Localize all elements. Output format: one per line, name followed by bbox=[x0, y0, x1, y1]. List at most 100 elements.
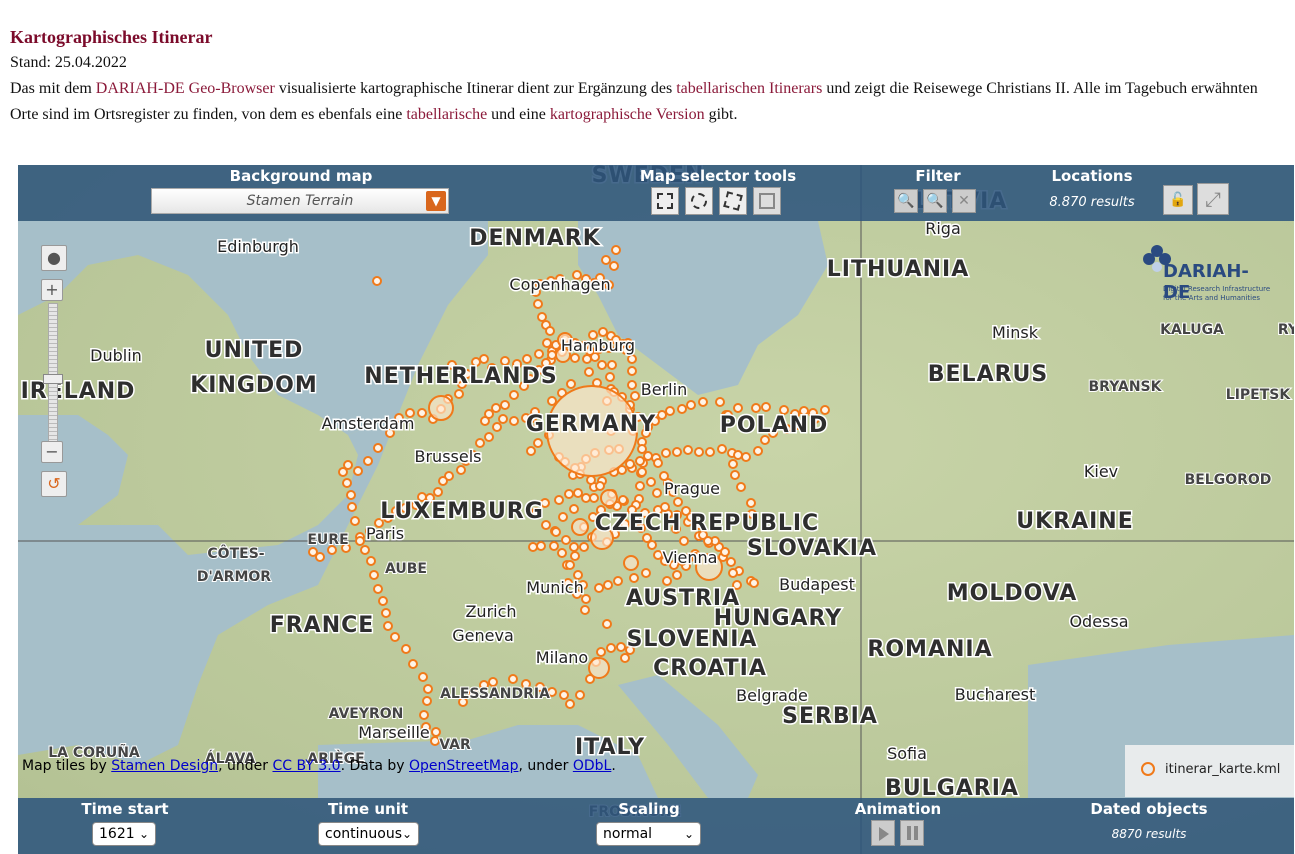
itinerary-marker[interactable] bbox=[606, 643, 616, 653]
itinerary-marker[interactable] bbox=[652, 488, 662, 498]
itinerary-marker[interactable] bbox=[534, 349, 544, 359]
itinerary-marker[interactable] bbox=[372, 276, 382, 286]
itinerary-marker[interactable] bbox=[660, 502, 670, 512]
itinerary-marker[interactable] bbox=[542, 338, 552, 348]
background-map-select[interactable]: Stamen Terrain ▼ bbox=[151, 188, 449, 214]
itinerary-marker[interactable] bbox=[653, 458, 663, 468]
itinerary-marker[interactable] bbox=[616, 642, 626, 652]
itinerary-marker[interactable] bbox=[566, 379, 576, 389]
zoom-in-button[interactable]: + bbox=[41, 279, 63, 301]
openstreetmap-link[interactable]: OpenStreetMap bbox=[409, 758, 518, 774]
itinerary-marker[interactable] bbox=[431, 727, 441, 737]
itinerary-marker[interactable] bbox=[717, 444, 727, 454]
itinerary-marker[interactable] bbox=[620, 653, 630, 663]
itinerary-marker[interactable] bbox=[573, 488, 583, 498]
itinerary-marker[interactable] bbox=[401, 644, 411, 654]
map-canvas[interactable]: DENMARK LITHUANIA UNITED KINGDOM IRELAND NETH… bbox=[18, 165, 1294, 854]
itinerary-marker[interactable] bbox=[475, 438, 485, 448]
itinerary-marker[interactable] bbox=[491, 403, 501, 413]
square-select-icon[interactable] bbox=[651, 187, 679, 215]
itinerary-marker[interactable] bbox=[363, 456, 373, 466]
itinerary-marker[interactable] bbox=[715, 397, 725, 407]
itinerary-marker[interactable] bbox=[627, 380, 637, 390]
itinerary-marker[interactable] bbox=[559, 690, 569, 700]
itinerary-marker[interactable] bbox=[686, 400, 696, 410]
zoom-slider-handle[interactable] bbox=[43, 374, 63, 384]
itinerary-marker[interactable] bbox=[635, 481, 645, 491]
itinerary-marker[interactable] bbox=[418, 672, 428, 682]
itinerary-marker[interactable] bbox=[618, 495, 628, 505]
itinerary-marker[interactable] bbox=[492, 422, 502, 432]
itinerary-marker[interactable] bbox=[422, 696, 432, 706]
itinerary-marker[interactable] bbox=[629, 573, 639, 583]
itinerary-marker[interactable] bbox=[547, 350, 557, 360]
itinerary-marker[interactable] bbox=[641, 568, 651, 578]
itinerary-marker[interactable] bbox=[537, 312, 547, 322]
itinerary-cluster-marker[interactable] bbox=[428, 395, 454, 421]
itinerary-marker[interactable] bbox=[637, 467, 647, 477]
itinerary-marker[interactable] bbox=[602, 619, 612, 629]
itinerary-marker[interactable] bbox=[373, 443, 383, 453]
itinerary-marker[interactable] bbox=[545, 326, 555, 336]
itinerary-marker[interactable] bbox=[637, 444, 647, 454]
itinerary-marker[interactable] bbox=[353, 466, 363, 476]
itinerary-marker[interactable] bbox=[646, 477, 656, 487]
itinerary-marker[interactable] bbox=[575, 690, 585, 700]
itinerary-marker[interactable] bbox=[533, 438, 543, 448]
itinerary-marker[interactable] bbox=[698, 397, 708, 407]
itinerary-marker[interactable] bbox=[741, 452, 751, 462]
itinerary-marker[interactable] bbox=[508, 674, 518, 684]
itinerary-marker[interactable] bbox=[584, 367, 594, 377]
itinerary-cluster-marker[interactable] bbox=[600, 489, 618, 507]
itinerary-marker[interactable] bbox=[564, 489, 574, 499]
reset-view-button[interactable]: ● bbox=[41, 245, 67, 271]
itinerary-marker[interactable] bbox=[373, 584, 383, 594]
itinerary-marker[interactable] bbox=[561, 535, 571, 545]
itinerary-marker[interactable] bbox=[630, 391, 640, 401]
itinerary-marker[interactable] bbox=[582, 354, 592, 364]
itinerary-marker[interactable] bbox=[662, 576, 672, 586]
itinerary-marker[interactable] bbox=[653, 550, 663, 560]
itinerary-marker[interactable] bbox=[308, 547, 318, 557]
itinerary-marker[interactable] bbox=[733, 403, 743, 413]
itinerary-marker[interactable] bbox=[551, 527, 561, 537]
itinerary-marker[interactable] bbox=[694, 447, 704, 457]
itinerary-marker[interactable] bbox=[581, 493, 591, 503]
itinerary-marker[interactable] bbox=[609, 261, 619, 271]
itinerary-marker[interactable] bbox=[509, 390, 519, 400]
itinerary-marker[interactable] bbox=[570, 353, 580, 363]
filter-zoom-icon[interactable]: 🔍 bbox=[894, 189, 918, 213]
itinerary-marker[interactable] bbox=[753, 446, 763, 456]
itinerary-marker[interactable] bbox=[558, 512, 568, 522]
fullscreen-icon[interactable]: ⤢ bbox=[1197, 183, 1229, 215]
itinerary-marker[interactable] bbox=[749, 578, 759, 588]
itinerary-marker[interactable] bbox=[346, 490, 356, 500]
itinerary-marker[interactable] bbox=[589, 493, 599, 503]
itinerary-marker[interactable] bbox=[488, 677, 498, 687]
itinerary-marker[interactable] bbox=[596, 647, 606, 657]
itinerary-marker[interactable] bbox=[728, 459, 738, 469]
itinerary-marker[interactable] bbox=[366, 556, 376, 566]
itinerary-marker[interactable] bbox=[594, 583, 604, 593]
stamen-design-link[interactable]: Stamen Design bbox=[111, 758, 218, 774]
zoom-out-button[interactable]: − bbox=[41, 441, 63, 463]
itinerary-marker[interactable] bbox=[522, 354, 532, 364]
itinerary-marker[interactable] bbox=[479, 354, 489, 364]
itinerary-marker[interactable] bbox=[484, 409, 494, 419]
itinerary-marker[interactable] bbox=[498, 414, 508, 424]
itinerary-marker[interactable] bbox=[378, 596, 388, 606]
itinerary-marker[interactable] bbox=[338, 467, 348, 477]
itinerary-marker[interactable] bbox=[726, 557, 736, 567]
itinerary-marker[interactable] bbox=[533, 299, 543, 309]
itinerary-marker[interactable] bbox=[565, 699, 575, 709]
itinerary-marker[interactable] bbox=[500, 400, 510, 410]
itinerary-marker[interactable] bbox=[613, 576, 623, 586]
itinerary-marker[interactable] bbox=[580, 605, 590, 615]
itinerary-marker[interactable] bbox=[417, 408, 427, 418]
itinerary-marker[interactable] bbox=[579, 542, 589, 552]
itinerary-marker[interactable] bbox=[547, 396, 557, 406]
itinerary-marker[interactable] bbox=[456, 465, 466, 475]
tabular-register-link[interactable]: tabellarische bbox=[406, 106, 487, 123]
cartographic-version-link[interactable]: kartographische Version bbox=[550, 106, 705, 123]
itinerary-marker[interactable] bbox=[383, 621, 393, 631]
